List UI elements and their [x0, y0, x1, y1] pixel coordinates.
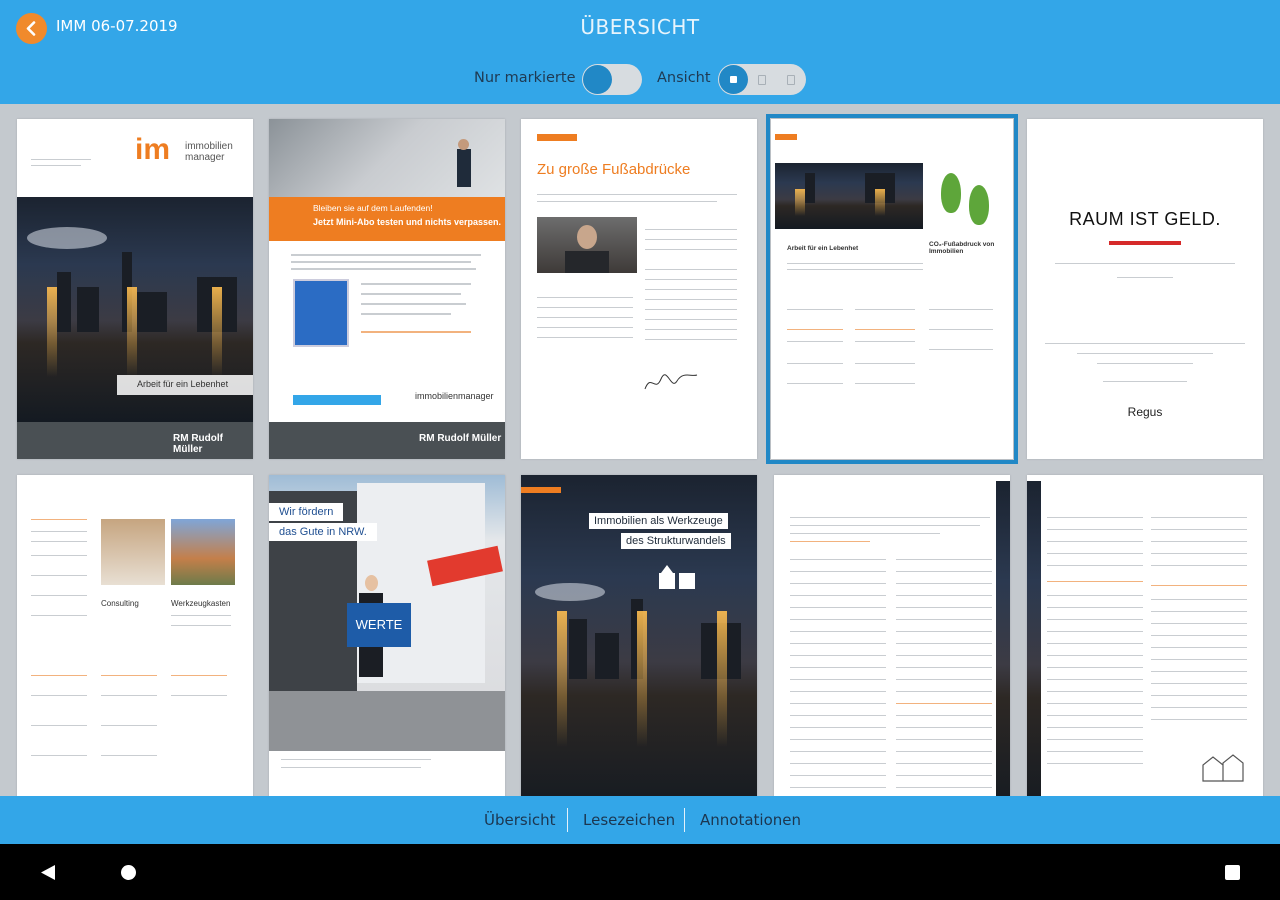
ad-headline-1: Bleiben sie auf dem Laufenden!	[313, 203, 433, 213]
cover-logo: im	[135, 133, 171, 166]
edge-photo-strip	[1027, 481, 1041, 796]
ad-publisher: RM Rudolf Müller	[419, 433, 502, 444]
houses-icon	[657, 561, 701, 591]
tab-divider	[567, 808, 568, 832]
single-page-icon	[730, 76, 737, 83]
tablet-image	[293, 279, 349, 347]
view-double-page-option[interactable]	[748, 65, 777, 94]
author-portrait	[537, 217, 637, 273]
home-icon[interactable]	[121, 865, 136, 880]
page-icon	[758, 75, 766, 85]
page-thumbnail-7[interactable]: Wir fördern das Gute in NRW. WERTE	[269, 475, 505, 796]
editorial-title: Zu große Fußabdrücke	[537, 161, 691, 178]
cover-logo-text-2: manager	[185, 152, 225, 163]
only-marked-label: Nur markierte	[474, 70, 576, 86]
ad-brand: immobilienmanager	[415, 391, 494, 401]
page-thumbnail-2[interactable]: Bleiben sie auf dem Laufenden! Jetzt Min…	[269, 119, 505, 459]
page-thumbnail-9[interactable]	[774, 475, 1010, 796]
signature	[644, 374, 698, 390]
view-label: Ansicht	[657, 70, 711, 86]
ad-slogan-1: Wir fördern	[269, 503, 344, 521]
page-thumbnail-5[interactable]: RAUM IST GELD. Regus	[1027, 119, 1263, 459]
regus-logo: Regus	[1127, 405, 1163, 419]
tab-bookmarks[interactable]: Lesezeichen	[583, 811, 675, 829]
only-marked-toggle[interactable]	[582, 64, 642, 95]
values-sign: WERTE	[347, 603, 411, 647]
industrial-photo	[775, 163, 923, 229]
view-mode-selector	[718, 64, 806, 95]
page-thumbnail-4[interactable]: Arbeit für ein Lebenhet CO₂-Fußabdruck v…	[766, 114, 1018, 464]
system-navigation-bar	[0, 844, 1280, 900]
page-thumbnail-1[interactable]: im immobilien manager Arbeit für ein Leb…	[17, 119, 253, 459]
cover-logo-text-1: immobilien	[185, 141, 233, 152]
edge-photo-strip	[996, 481, 1010, 796]
cover-caption: Arbeit für ein Lebenhet	[117, 375, 253, 395]
ad-headline: RAUM IST GELD.	[1069, 209, 1221, 229]
bottom-tab-bar: Übersicht Lesezeichen Annotationen	[0, 796, 1280, 844]
column-title-toolbox: Werkzeugkasten	[171, 599, 231, 608]
page-thumbnail-10[interactable]	[1027, 475, 1263, 796]
article-heading-2: CO₂-Fußabdruck von Immobilien	[929, 241, 995, 255]
cover-story-title-2: des Strukturwandels	[621, 533, 731, 549]
view-single-page-option[interactable]	[719, 65, 748, 94]
page-thumbnail-6[interactable]: Consulting Werkzeugkasten	[17, 475, 253, 796]
ad-orange-banner: Bleiben sie auf dem Laufenden! Jetzt Min…	[269, 197, 505, 241]
tab-overview[interactable]: Übersicht	[484, 811, 556, 829]
page-thumbnail-grid: im immobilien manager Arbeit für ein Leb…	[0, 104, 1280, 796]
page-icon	[787, 75, 795, 85]
house-photo	[171, 519, 235, 585]
ad-slogan-2: das Gute in NRW.	[269, 523, 377, 541]
cover-story-title-1: Immobilien als Werkzeuge	[589, 513, 728, 529]
tab-annotations[interactable]: Annotationen	[700, 811, 801, 829]
cover-publisher: RM Rudolf Müller	[173, 433, 223, 455]
app-header: IMM 06-07.2019 ÜBERSICHT Nur markierte A…	[0, 0, 1280, 104]
page-thumbnail-3[interactable]: Zu große Fußabdrücke	[521, 119, 757, 459]
recents-icon[interactable]	[1225, 865, 1240, 880]
tab-divider	[684, 808, 685, 832]
ad-headline-2: Jetzt Mini-Abo testen und nichts verpass…	[313, 217, 502, 227]
toggle-knob	[583, 65, 612, 94]
footprint-icon	[929, 163, 1009, 233]
article-heading: Arbeit für ein Lebenhet	[787, 245, 859, 252]
page-title: ÜBERSICHT	[580, 15, 700, 39]
view-grid-option[interactable]	[777, 65, 806, 94]
staircase-photo	[269, 119, 505, 197]
office-photo	[101, 519, 165, 585]
houses-outline-icon	[1202, 754, 1244, 782]
back-icon[interactable]	[40, 864, 56, 881]
column-title-consulting: Consulting	[101, 599, 139, 608]
page-thumbnail-8[interactable]: Immobilien als Werkzeuge des Strukturwan…	[521, 475, 757, 796]
